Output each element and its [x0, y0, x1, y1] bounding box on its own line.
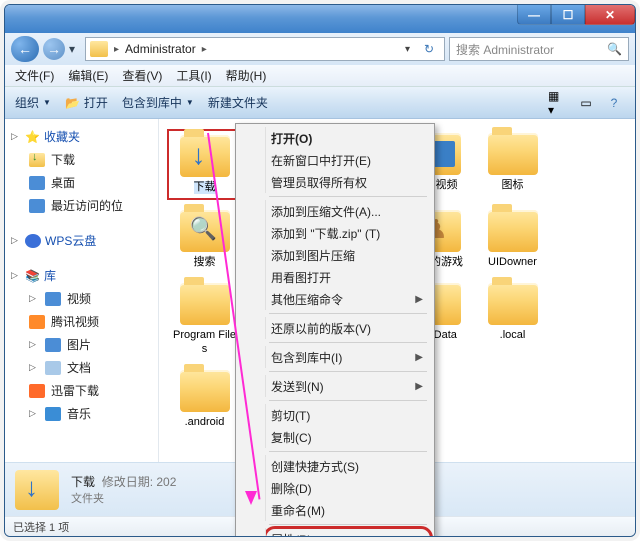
help-button[interactable]: ?	[603, 93, 625, 113]
sb-libraries[interactable]: ▷📚 库	[9, 264, 154, 287]
crumb-sep-icon: ▸	[114, 44, 119, 55]
tb-open[interactable]: 📂打开	[65, 94, 108, 111]
address-bar[interactable]: ▸ Administrator ▸ ▾ ↻	[85, 37, 445, 61]
maximize-button[interactable]: ☐	[551, 5, 585, 25]
ctx-copy[interactable]: 复制(C)	[265, 426, 431, 448]
sb-downloads[interactable]: 下载	[9, 148, 154, 171]
search-input[interactable]: 搜索 Administrator 🔍	[449, 37, 629, 61]
menu-view[interactable]: 查看(V)	[122, 67, 162, 84]
ctx-rename[interactable]: 重命名(M)	[265, 499, 431, 521]
ctx-cut[interactable]: 剪切(T)	[265, 404, 431, 426]
ctx-send-to[interactable]: 发送到(N)▶	[265, 375, 431, 397]
search-placeholder: 搜索 Administrator	[456, 41, 554, 58]
titlebar[interactable]: — ☐ ✕	[5, 5, 635, 33]
address-drop-icon[interactable]: ▾	[403, 44, 412, 55]
folder-search[interactable]: 搜索	[167, 206, 242, 273]
folder-local[interactable]: .local	[475, 279, 550, 359]
sb-videos[interactable]: ▷视频	[9, 287, 154, 310]
ctx-properties[interactable]: 属性(R)	[265, 528, 431, 537]
menu-tools[interactable]: 工具(I)	[176, 67, 211, 84]
details-type: 文件夹	[71, 490, 176, 506]
menu-edit[interactable]: 编辑(E)	[68, 67, 108, 84]
sb-favorites[interactable]: ▷⭐ 收藏夹	[9, 125, 154, 148]
address-row: ← → ▾ ▸ Administrator ▸ ▾ ↻ 搜索 Administr…	[5, 33, 635, 65]
user-folder-icon	[90, 41, 108, 57]
folder-icons[interactable]: 图标	[475, 129, 550, 200]
ctx-open-new-window[interactable]: 在新窗口中打开(E)	[265, 149, 431, 171]
toolbar: 组织▼ 📂打开 包含到库中▼ 新建文件夹 ▦ ▾ ▭ ?	[5, 87, 635, 119]
tb-include-lib[interactable]: 包含到库中▼	[122, 94, 194, 111]
menu-file[interactable]: 文件(F)	[15, 67, 54, 84]
menu-bar: 文件(F) 编辑(E) 查看(V) 工具(I) 帮助(H)	[5, 65, 635, 87]
view-options-button[interactable]: ▦ ▾	[547, 93, 569, 113]
ctx-other-compress[interactable]: 其他压缩命令▶	[265, 288, 431, 310]
crumb-sep-icon: ▸	[202, 44, 207, 55]
nav-history-dropdown[interactable]: ▾	[69, 42, 81, 56]
ctx-shortcut[interactable]: 创建快捷方式(S)	[265, 455, 431, 477]
back-button[interactable]: ←	[11, 36, 39, 62]
sb-recent[interactable]: 最近访问的位	[9, 194, 154, 217]
minimize-button[interactable]: —	[517, 5, 551, 25]
sb-pictures[interactable]: ▷图片	[9, 333, 154, 356]
menu-help[interactable]: 帮助(H)	[226, 67, 267, 84]
ctx-open-image[interactable]: 用看图打开	[265, 266, 431, 288]
ctx-add-zip[interactable]: 添加到 "下载.zip" (T)	[265, 222, 431, 244]
details-name: 下载	[71, 475, 95, 489]
crumb-admin[interactable]: Administrator	[125, 42, 196, 56]
ctx-take-ownership[interactable]: 管理员取得所有权	[265, 171, 431, 193]
sb-music[interactable]: ▷音乐	[9, 402, 154, 425]
sb-txvideo[interactable]: 腾讯视频	[9, 310, 154, 333]
ctx-add-archive[interactable]: 添加到压缩文件(A)...	[265, 200, 431, 222]
folder-uidowner[interactable]: UIDowner	[475, 206, 550, 273]
ctx-include-library[interactable]: 包含到库中(I)▶	[265, 346, 431, 368]
details-folder-icon	[15, 470, 59, 510]
context-menu: 打开(O) 在新窗口中打开(E) 管理员取得所有权 添加到压缩文件(A)... …	[235, 123, 435, 537]
forward-button[interactable]: →	[43, 38, 65, 60]
close-button[interactable]: ✕	[585, 5, 635, 25]
folder-android[interactable]: .android	[167, 366, 242, 433]
sb-wps[interactable]: ▷WPS云盘	[9, 229, 154, 252]
ctx-add-pic-compress[interactable]: 添加到图片压缩	[265, 244, 431, 266]
tb-organize[interactable]: 组织▼	[15, 94, 51, 111]
ctx-open[interactable]: 打开(O)	[265, 127, 431, 149]
sb-xunlei[interactable]: 迅雷下载	[9, 379, 154, 402]
nav-sidebar: ▷⭐ 收藏夹 下载 桌面 最近访问的位 ▷WPS云盘 ▷📚 库 ▷视频 腾讯视频…	[5, 119, 159, 462]
preview-pane-button[interactable]: ▭	[575, 93, 597, 113]
folder-downloads[interactable]: 下载	[167, 129, 242, 200]
sb-documents[interactable]: ▷文档	[9, 356, 154, 379]
ctx-delete[interactable]: 删除(D)	[265, 477, 431, 499]
search-icon: 🔍	[607, 42, 622, 56]
annotation-arrow-head	[245, 491, 257, 505]
sb-desktop[interactable]: 桌面	[9, 171, 154, 194]
details-date: 修改日期: 202	[102, 475, 177, 489]
explorer-window: — ☐ ✕ ← → ▾ ▸ Administrator ▸ ▾ ↻ 搜索 Adm…	[4, 4, 636, 537]
tb-new-folder[interactable]: 新建文件夹	[208, 94, 268, 111]
ctx-restore-versions[interactable]: 还原以前的版本(V)	[265, 317, 431, 339]
refresh-button[interactable]: ↻	[418, 38, 440, 60]
